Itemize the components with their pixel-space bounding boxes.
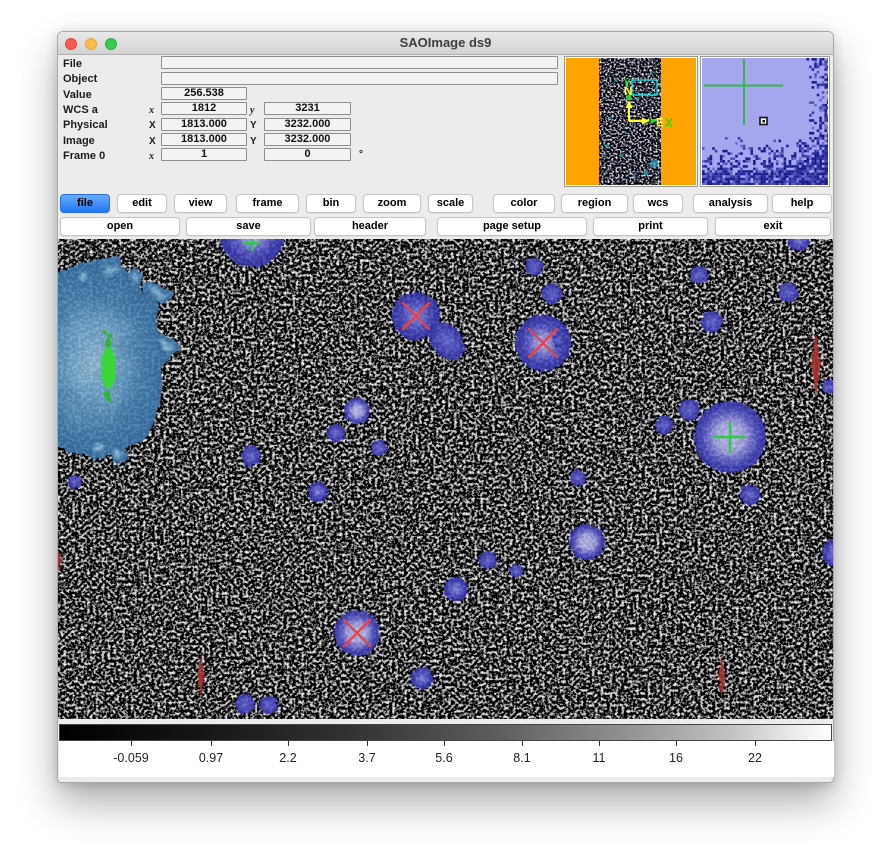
svg-text:X: X — [665, 118, 673, 130]
svg-text:E: E — [656, 118, 664, 130]
svg-text:Y: Y — [624, 78, 632, 90]
